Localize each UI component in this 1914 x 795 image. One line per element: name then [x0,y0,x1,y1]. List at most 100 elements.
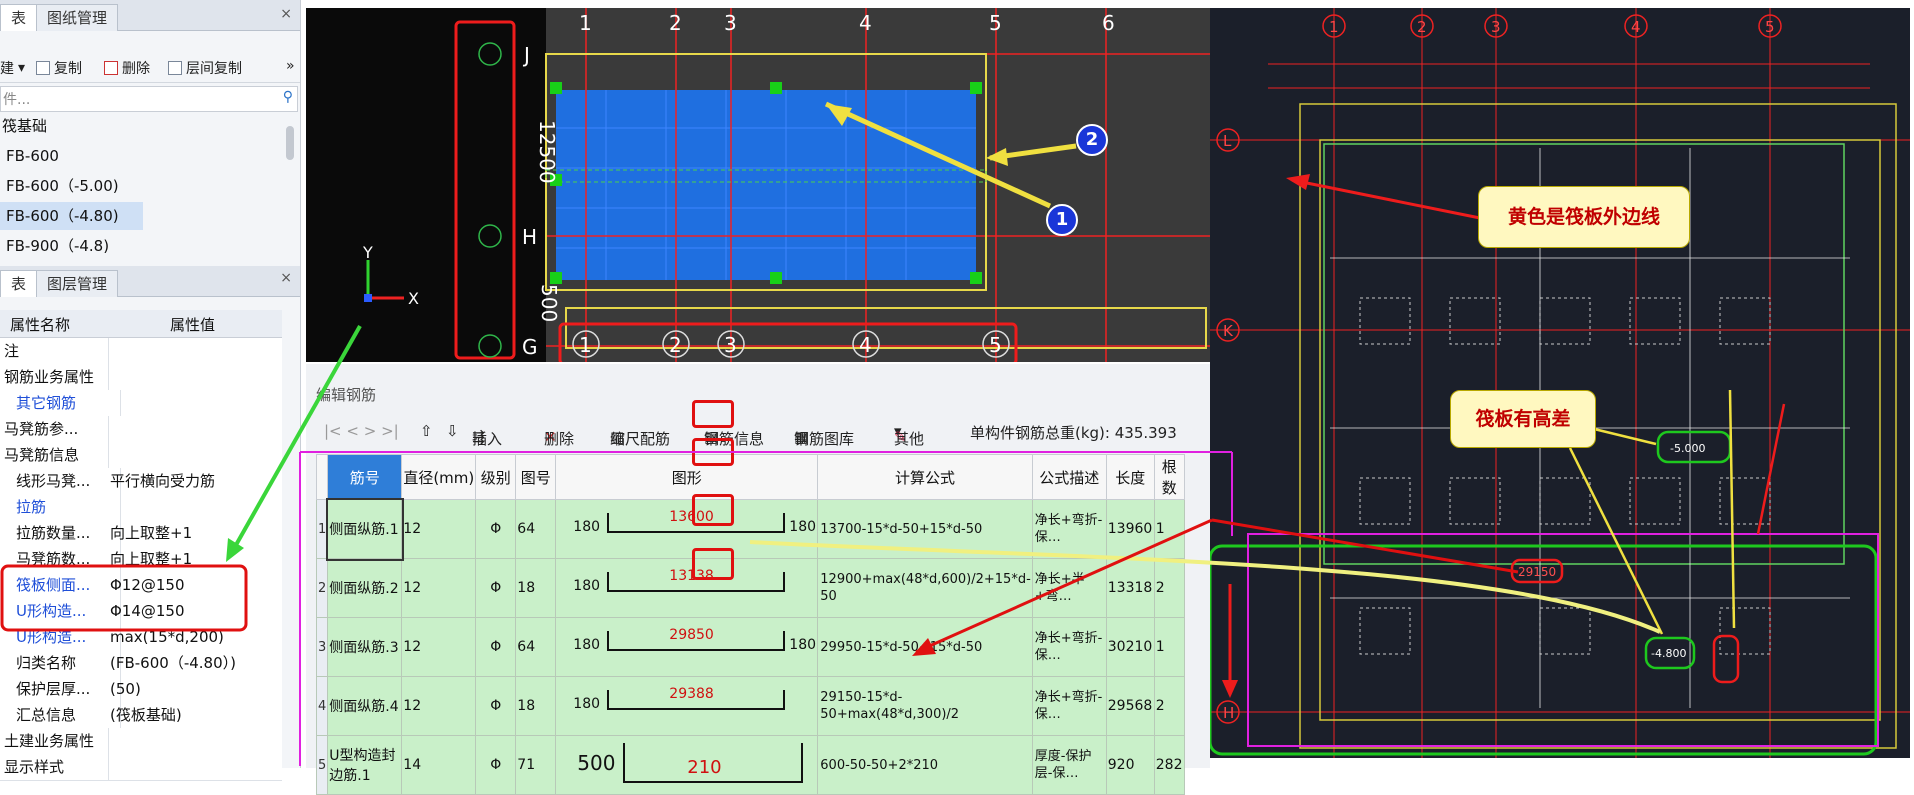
table-row[interactable]: 1 侧面纵筋.1 12 Φ 64 180 13600 180 13700-15*d-50+15*… [315,497,1185,561]
table-row[interactable]: 3 侧面纵筋.3 12 Φ 64 180 29850 180 29950-15*d-50+15*… [315,617,1185,677]
property-row[interactable]: U形构造... Φ14@150 [0,598,282,625]
property-value[interactable] [110,442,280,468]
new-button[interactable]: 建 ▾ [0,58,25,78]
length-cell[interactable]: 29568 [1105,676,1155,736]
property-row[interactable]: 马凳筋信息 [0,442,282,469]
property-row[interactable]: 注 [0,338,282,365]
diameter-cell[interactable]: 12 [401,617,477,677]
property-row[interactable]: 土建业务属性 [0,728,282,755]
property-value[interactable] [110,416,280,442]
count-cell[interactable]: 2 [1153,676,1185,736]
table-row[interactable]: 5 U型构造封边筋.1 14 Φ 71 500 210 600-50-50+2*210 厚度-保… [315,735,1185,795]
count-cell[interactable]: 2 [1153,558,1185,618]
tree-item[interactable]: FB-900（-4.8) [0,232,288,260]
shape-td[interactable]: 180 13600 180 [555,499,819,559]
col-formula[interactable]: 计算公式 [817,454,1033,500]
shape-td[interactable]: 500 210 [555,735,819,795]
other-button[interactable]: ✎ 其他 ▾ [894,422,924,448]
nav-buttons[interactable]: |< < > >| [324,422,399,440]
property-value[interactable]: (FB-600（-4.80）) [110,650,280,676]
cad-detail-view[interactable]: 1 2 3 4 5 L K H 29150 -5.000 -4.800 黄色是筏… [1210,8,1910,758]
move-down-icon[interactable]: ⇩ [446,422,459,440]
length-cell[interactable]: 13318 [1105,558,1155,618]
close-icon[interactable]: × [280,270,292,286]
length-cell[interactable]: 30210 [1105,617,1155,677]
shape-td[interactable]: 180 29850 180 [555,617,819,677]
figure-no-cell[interactable]: 18 [515,558,557,618]
diameter-cell[interactable]: 12 [401,558,477,618]
bar-name-cell[interactable]: 侧面纵筋.3 [327,617,403,677]
shape-td[interactable]: 180 29388 [555,676,819,736]
more-icon[interactable]: » [286,58,295,74]
tab-layer-manage[interactable]: 图层管理 [36,270,119,297]
property-row[interactable]: 钢筋业务属性 [0,364,282,391]
property-row[interactable]: 马凳筋数... 向上取整+1 [0,546,282,573]
floor-copy-button[interactable]: 层间复制 [168,58,242,78]
grade-cell[interactable]: Φ [475,499,517,559]
property-value[interactable]: (50) [110,676,280,702]
figure-no-cell[interactable]: 64 [515,617,557,677]
property-value[interactable]: max(15*d,200) [110,624,280,650]
formula-cell[interactable]: 29150-15*d-50+max(48*d,300)/2 [817,676,1033,736]
figure-no-cell[interactable]: 71 [515,735,557,795]
property-value[interactable]: Φ14@150 [110,598,280,624]
diameter-cell[interactable]: 12 [401,499,477,559]
formula-desc-cell[interactable]: 净长+弯折-保… [1031,617,1107,677]
table-row[interactable]: 2 侧面纵筋.2 12 Φ 18 180 13138 12900+max(48*d,600)/… [315,558,1185,618]
grade-cell[interactable]: Φ [475,617,517,677]
property-row[interactable]: 保护层厚... (50) [0,676,282,703]
formula-cell[interactable]: 29950-15*d-50+15*d-50 [817,617,1033,677]
count-cell[interactable]: 282 [1153,735,1185,795]
col-length[interactable]: 长度 [1105,454,1155,500]
shape-td[interactable]: 180 13138 [555,558,819,618]
formula-cell[interactable]: 12900+max(48*d,600)/2+15*d-50 [817,558,1033,618]
length-cell[interactable]: 13960 [1105,499,1155,559]
figure-no-cell[interactable]: 64 [515,499,557,559]
tree-item[interactable]: FB-600 [0,142,288,170]
property-value[interactable]: (筏板基础) [110,702,280,728]
grade-cell[interactable]: Φ [475,676,517,736]
formula-desc-cell[interactable]: 净长+弯折-保… [1031,676,1107,736]
diameter-cell[interactable]: 14 [401,735,477,795]
tab-property-list[interactable]: 表 [0,270,38,297]
property-row[interactable]: 线形马凳... 平行横向受力筋 [0,468,282,495]
count-cell[interactable]: 1 [1153,499,1185,559]
length-cell[interactable]: 920 [1105,735,1155,795]
close-icon[interactable]: × [280,6,292,22]
property-row[interactable]: 其它钢筋 [0,390,282,417]
grade-cell[interactable]: Φ [475,558,517,618]
table-row[interactable]: 4 侧面纵筋.4 12 Φ 18 180 29388 29150-15*d-50+max(48… [315,676,1185,736]
formula-desc-cell[interactable]: 净长+弯折-保… [1031,499,1107,559]
tab-drawing-manage[interactable]: 图纸管理 [36,4,119,31]
col-grade[interactable]: 级别 [475,454,517,500]
delete-button[interactable]: 删除 [104,58,150,78]
property-value[interactable]: 向上取整+1 [110,546,280,572]
col-diameter[interactable]: 直径(mm) [401,454,477,500]
bar-name-cell[interactable]: U型构造封边筋.1 [327,735,403,795]
property-row[interactable]: 拉筋 [0,494,282,521]
col-formula-desc[interactable]: 公式描述 [1031,454,1107,500]
property-value[interactable] [110,494,280,520]
tree-item-selected[interactable]: FB-600（-4.80) [0,202,143,230]
cad-plan-view[interactable]: 1 2 3 4 5 1 2 3 4 5 6 J H G 12500 500 Y … [306,8,1210,362]
tree-item[interactable]: FB-600（-5.00) [0,172,288,200]
property-row[interactable]: 汇总信息 (筏板基础) [0,702,282,729]
property-value[interactable] [110,338,280,364]
bar-name-cell[interactable]: 侧面纵筋.2 [327,558,403,618]
search-input[interactable]: 件... ⚲ [0,86,298,112]
move-up-icon[interactable]: ⇧ [420,422,433,440]
diameter-cell[interactable]: 12 [401,676,477,736]
formula-cell[interactable]: 13700-15*d-50+15*d-50 [817,499,1033,559]
formula-desc-cell[interactable]: 厚度-保护层-保… [1031,735,1107,795]
grade-cell[interactable]: Φ [475,735,517,795]
property-value[interactable] [110,390,280,416]
bar-name-cell[interactable]: 侧面纵筋.4 [327,676,403,736]
property-value[interactable] [110,728,280,754]
bar-name-cell[interactable]: 侧面纵筋.1 [325,497,404,561]
property-value[interactable] [110,754,280,780]
property-value[interactable]: Φ12@150 [110,572,280,598]
formula-cell[interactable]: 600-50-50+2*210 [817,735,1033,795]
copy-button[interactable]: 复制 [36,58,82,78]
tree-item[interactable]: 筏基础 [0,112,288,140]
property-row[interactable]: 拉筋数量... 向上取整+1 [0,520,282,547]
